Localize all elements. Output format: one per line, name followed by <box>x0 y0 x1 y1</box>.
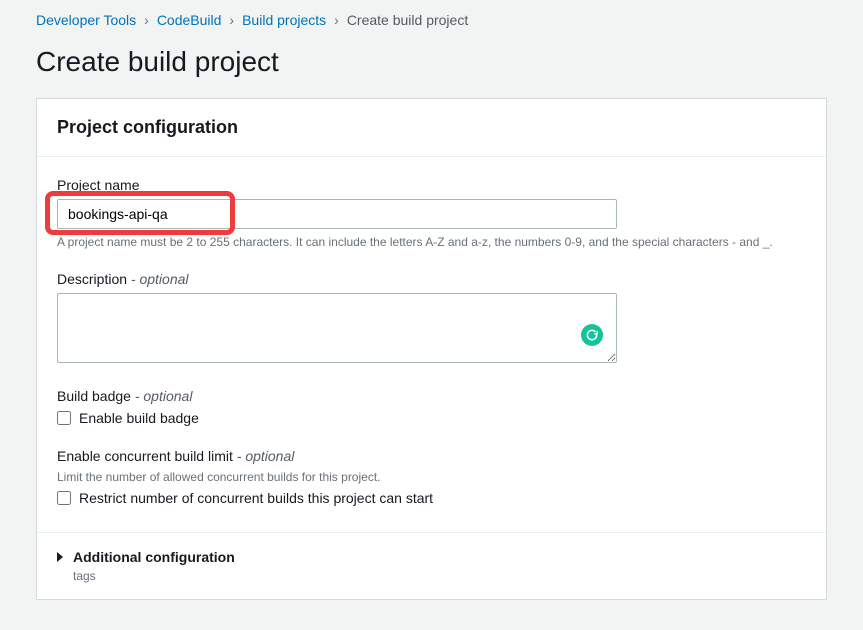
project-name-input[interactable] <box>57 199 617 229</box>
enable-build-badge-checkbox-label[interactable]: Enable build badge <box>79 410 199 426</box>
chevron-right-icon: › <box>334 12 339 28</box>
chevron-right-icon: › <box>144 12 149 28</box>
additional-configuration-sub: tags <box>73 569 806 583</box>
breadcrumb-link-build-projects[interactable]: Build projects <box>242 12 326 28</box>
project-name-label: Project name <box>57 177 806 193</box>
project-name-field: Project name A project name must be 2 to… <box>57 177 806 249</box>
panel-title: Project configuration <box>57 117 806 138</box>
project-configuration-panel: Project configuration Project name A pro… <box>36 98 827 600</box>
description-field: Description - optional <box>57 271 806 366</box>
chevron-right-icon: › <box>229 12 234 28</box>
breadcrumb-current: Create build project <box>347 12 468 28</box>
enable-build-badge-checkbox[interactable] <box>57 411 71 425</box>
restrict-concurrent-checkbox-label[interactable]: Restrict number of concurrent builds thi… <box>79 490 433 506</box>
breadcrumb: Developer Tools › CodeBuild › Build proj… <box>36 12 827 28</box>
concurrent-build-label: Enable concurrent build limit - optional <box>57 448 806 464</box>
breadcrumb-link-developer-tools[interactable]: Developer Tools <box>36 12 136 28</box>
caret-right-icon <box>57 552 63 562</box>
concurrent-build-field: Enable concurrent build limit - optional… <box>57 448 806 506</box>
build-badge-label: Build badge - optional <box>57 388 806 404</box>
description-textarea[interactable] <box>57 293 617 363</box>
page-title: Create build project <box>36 46 827 78</box>
build-badge-field: Build badge - optional Enable build badg… <box>57 388 806 426</box>
additional-configuration-toggle[interactable]: Additional configuration <box>57 549 806 565</box>
project-name-hint: A project name must be 2 to 255 characte… <box>57 235 806 249</box>
description-label: Description - optional <box>57 271 806 287</box>
concurrent-build-hint: Limit the number of allowed concurrent b… <box>57 470 806 484</box>
additional-configuration-section: Additional configuration tags <box>37 532 826 599</box>
additional-configuration-title: Additional configuration <box>73 549 235 565</box>
restrict-concurrent-checkbox[interactable] <box>57 491 71 505</box>
breadcrumb-link-codebuild[interactable]: CodeBuild <box>157 12 222 28</box>
